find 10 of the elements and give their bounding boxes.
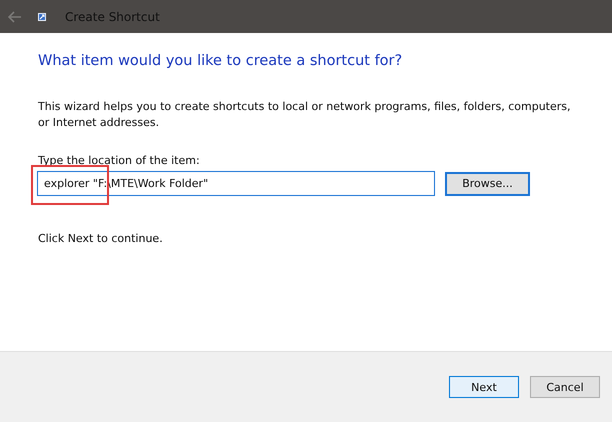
cancel-button[interactable]: Cancel	[530, 376, 600, 398]
browse-button[interactable]: Browse...	[445, 172, 530, 196]
next-button[interactable]: Next	[449, 376, 519, 398]
wizard-heading: What item would you like to create a shortcut for?	[38, 53, 404, 69]
hint-text: Click Next to continue.	[38, 232, 164, 245]
description-text: This wizard helps you to create shortcuts to local or network programs, files, folders, computers, or Internet addresses.	[38, 99, 572, 131]
location-label: Type the location of the item:	[38, 154, 201, 167]
window-title: Create Shortcut	[65, 10, 160, 24]
back-arrow-icon[interactable]	[8, 10, 22, 22]
shortcut-icon	[38, 12, 46, 20]
